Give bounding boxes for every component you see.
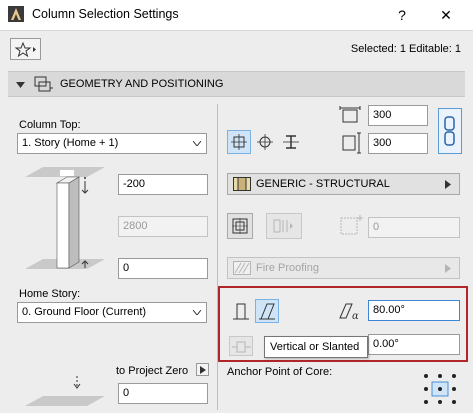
home-story-label: Home Story: — [19, 288, 81, 300]
rectangular-structure-button[interactable] — [227, 130, 251, 154]
veneer-type-button[interactable] — [266, 213, 302, 239]
favorites-button[interactable] — [10, 38, 41, 60]
help-button[interactable]: ? — [382, 2, 422, 28]
material-swatch-icon — [233, 177, 251, 191]
rectangle-column-icon — [231, 134, 247, 150]
top-offset-field[interactable]: -200 — [118, 174, 208, 195]
chevron-down-icon — [193, 310, 201, 315]
circular-structure-button[interactable] — [253, 130, 277, 154]
height-field[interactable]: 2800 — [118, 216, 208, 237]
width-icon — [339, 106, 361, 123]
building-material-popup[interactable]: GENERIC - STRUCTURAL — [227, 173, 460, 195]
geometry-panel-icon — [34, 76, 53, 92]
star-icon — [15, 42, 36, 57]
project-zero-illustration — [25, 376, 105, 406]
fire-proofing-swatch-icon — [233, 261, 251, 275]
column-top-dropdown[interactable]: 1. Story (Home + 1) — [17, 133, 207, 154]
column-core-icon — [232, 218, 248, 234]
home-story-dropdown[interactable]: 0. Ground Floor (Current) — [17, 302, 207, 323]
veneer-thickness-icon — [340, 215, 363, 235]
close-button[interactable]: ✕ — [426, 2, 466, 28]
width-field[interactable]: 300 — [368, 105, 428, 126]
anchor-grid-icon — [424, 374, 456, 404]
chevron-down-icon — [193, 141, 201, 146]
project-zero-field[interactable]: 0 — [118, 383, 208, 404]
fire-proofing-label: Fire Proofing — [256, 262, 319, 274]
to-project-zero-label: to Project Zero — [116, 365, 189, 377]
veneer-material-popup[interactable]: Fire Proofing — [227, 257, 460, 279]
section-header-geometry[interactable]: GEOMETRY AND POSITIONING — [8, 71, 465, 97]
selection-info: Selected: 1 Editable: 1 — [350, 43, 461, 55]
title-bar: Column Selection Settings ? ✕ — [0, 0, 473, 30]
anchor-point-label: Anchor Point of Core: — [227, 366, 333, 378]
column-top-label: Column Top: — [19, 119, 81, 131]
tooltip: Vertical or Slanted — [264, 336, 368, 358]
column-divider — [217, 104, 218, 410]
chain-link-icon — [444, 116, 455, 146]
building-material-label: GENERIC - STRUCTURAL — [256, 178, 390, 190]
i-beam-icon — [283, 135, 299, 149]
triangle-right-icon — [445, 180, 451, 189]
collapse-triangle-icon — [16, 82, 25, 88]
anchor-point-selector[interactable] — [422, 372, 458, 406]
archicad-app-icon — [8, 6, 24, 22]
triangle-right-icon — [200, 366, 206, 374]
core-only-button[interactable] — [227, 213, 253, 239]
section-title: GEOMETRY AND POSITIONING — [60, 78, 224, 90]
window-title: Column Selection Settings — [32, 7, 179, 21]
veneer-thickness-field[interactable]: 0 — [368, 217, 460, 238]
column-height-illustration — [25, 167, 105, 269]
link-dimensions-toggle[interactable] — [438, 108, 462, 154]
depth-field[interactable]: 300 — [368, 133, 428, 154]
bottom-offset-field[interactable]: 0 — [118, 258, 208, 279]
veneer-icon — [273, 219, 293, 233]
home-story-value: 0. Ground Floor (Current) — [22, 306, 147, 318]
triangle-right-icon — [445, 264, 451, 273]
depth-icon — [342, 132, 361, 154]
profile-structure-button[interactable] — [279, 130, 303, 154]
column-top-value: 1. Story (Home + 1) — [22, 137, 119, 149]
circle-column-icon — [257, 134, 273, 150]
reference-level-menu-button[interactable] — [196, 363, 209, 376]
